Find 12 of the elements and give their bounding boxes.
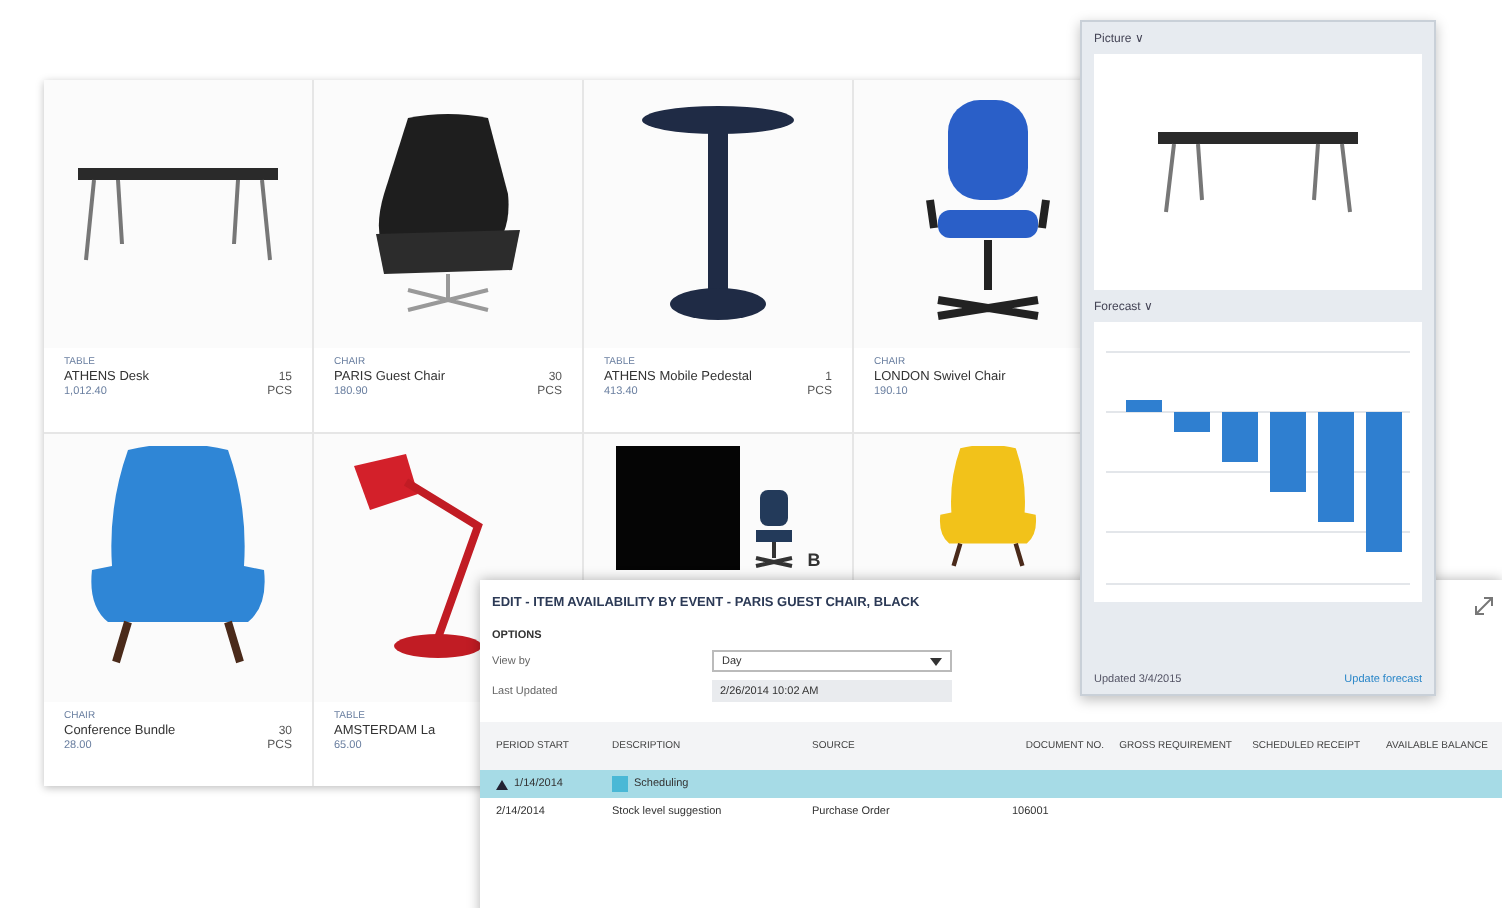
chart-bar — [1174, 412, 1210, 432]
collapse-icon[interactable] — [496, 779, 508, 789]
caret-icon — [930, 657, 942, 665]
expand-icon[interactable] — [1474, 596, 1494, 616]
chart-bar — [1222, 412, 1258, 462]
chart-bar — [1318, 412, 1354, 522]
chart-bar — [1270, 412, 1306, 492]
photo-placeholder — [615, 446, 740, 570]
chart-bar — [1366, 412, 1402, 552]
chart-bar — [1126, 400, 1162, 412]
caption-label: B — [807, 550, 821, 570]
row-marker-icon — [612, 776, 628, 792]
